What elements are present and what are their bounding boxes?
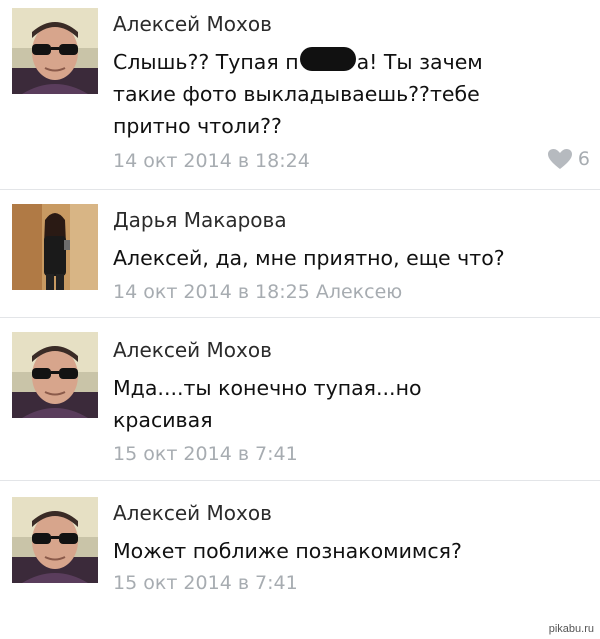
comment-author[interactable]: Алексей Мохов xyxy=(113,12,272,36)
comment-item: Алексей Мохов Слышь?? Тупая п а! Ты зачем… xyxy=(0,0,600,190)
comment-author[interactable]: Алексей Мохов xyxy=(113,338,272,362)
comment-author[interactable]: Дарья Макарова xyxy=(113,208,287,232)
comment-text-line: притно чтоли?? xyxy=(113,114,282,138)
censor-blot-icon xyxy=(299,47,356,71)
comment-item: Дарья Макарова Алексей, да, мне приятно,… xyxy=(0,190,600,318)
avatar[interactable] xyxy=(12,332,98,418)
avatar-man-sunglasses-image xyxy=(12,497,98,583)
comment-text-line: Может поближе познакомимся? xyxy=(113,539,462,563)
avatar-woman-image xyxy=(12,204,98,290)
comment-timestamp[interactable]: 14 окт 2014 в 18:25 Алексею xyxy=(113,280,402,304)
comment-text-line: Мда....ты конечно тупая...но xyxy=(113,376,422,400)
watermark: pikabu.ru xyxy=(548,623,594,635)
avatar[interactable] xyxy=(12,8,98,94)
avatar[interactable] xyxy=(12,497,98,583)
comment-text-line: а! Ты зачем xyxy=(356,50,483,74)
comment-timestamp[interactable]: 15 окт 2014 в 7:41 xyxy=(113,571,298,595)
comment-timestamp[interactable]: 14 окт 2014 в 18:24 xyxy=(113,149,310,173)
avatar-man-sunglasses-image xyxy=(12,332,98,418)
comment-text: Может поближе познакомимся? xyxy=(113,535,583,567)
comment-text-line: Слышь?? Тупая п xyxy=(113,50,299,74)
like-button[interactable]: 6 xyxy=(547,147,590,171)
comment-text: Алексей, да, мне приятно, еще что? xyxy=(113,242,583,274)
avatar-man-sunglasses-image xyxy=(12,8,98,94)
comment-item: Алексей Мохов Мда....ты конечно тупая...… xyxy=(0,318,600,481)
comment-text-line: красивая xyxy=(113,408,213,432)
like-count: 6 xyxy=(577,148,590,170)
comment-text: Мда....ты конечно тупая...но красивая xyxy=(113,372,583,436)
comment-item: Алексей Мохов Может поближе познакомимся… xyxy=(0,481,600,609)
comment-text: Слышь?? Тупая п а! Ты зачем такие фото вы… xyxy=(113,46,583,142)
avatar[interactable] xyxy=(12,204,98,290)
comment-text-line: Алексей, да, мне приятно, еще что? xyxy=(113,246,505,270)
comment-text-line: такие фото выкладываешь??тебе xyxy=(113,82,480,106)
comment-author[interactable]: Алексей Мохов xyxy=(113,501,272,525)
heart-icon xyxy=(547,149,572,169)
comment-timestamp[interactable]: 15 окт 2014 в 7:41 xyxy=(113,442,298,466)
